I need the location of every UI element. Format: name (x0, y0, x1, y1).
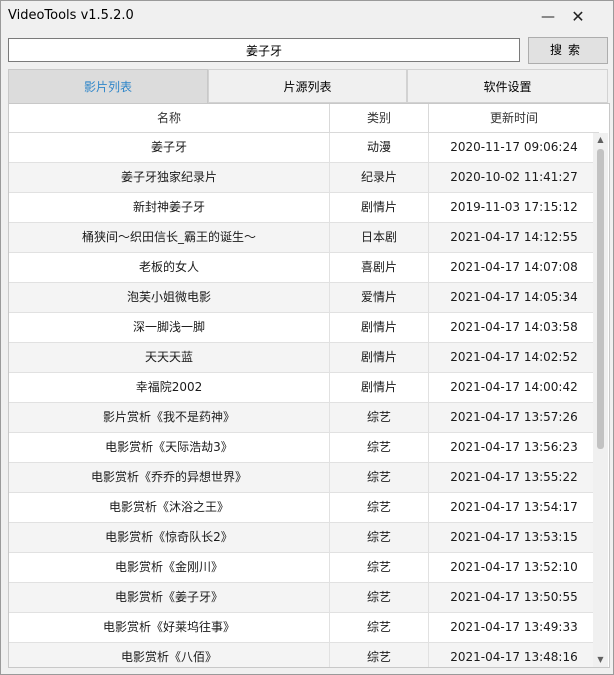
cell-name: 电影赏析《天际浩劫3》 (9, 433, 330, 462)
table-row[interactable]: 深一脚浅一脚 剧情片 2021-04-17 14:03:58 (9, 313, 599, 343)
cell-category: 剧情片 (330, 193, 429, 222)
table-row[interactable]: 桶狭间～织田信长_霸王的诞生～ 日本剧 2021-04-17 14:12:55 (9, 223, 599, 253)
cell-name: 电影赏析《乔乔的异想世界》 (9, 463, 330, 492)
cell-name: 电影赏析《沐浴之王》 (9, 493, 330, 522)
table-row[interactable]: 天天天蓝 剧情片 2021-04-17 14:02:52 (9, 343, 599, 373)
cell-updated: 2021-04-17 14:12:55 (450, 230, 578, 244)
table-row[interactable]: 新封神姜子牙 剧情片 2019-11-03 17:15:12 (9, 193, 599, 223)
table-row[interactable]: 老板的女人 喜剧片 2021-04-17 14:07:08 (9, 253, 599, 283)
scrollbar-thumb[interactable] (597, 149, 604, 449)
table-body: 姜子牙 动漫 2020-11-17 09:06:24 姜子牙独家纪录片 纪录片 2020… (9, 133, 599, 667)
cell-category: 综艺 (330, 433, 429, 462)
cell-updated: 2021-04-17 13:54:17 (450, 500, 578, 514)
cell-category: 剧情片 (330, 343, 429, 372)
cell-category: 日本剧 (330, 223, 429, 252)
table-row[interactable]: 电影赏析《金刚川》 综艺 2021-04-17 13:52:10 (9, 553, 599, 583)
cell-category: 剧情片 (330, 313, 429, 342)
table-row[interactable]: 电影赏析《乔乔的异想世界》 综艺 2021-04-17 13:55:22 (9, 463, 599, 493)
table-row[interactable]: 电影赏析《天际浩劫3》 综艺 2021-04-17 13:56:23 (9, 433, 599, 463)
tab-settings[interactable]: 软件设置 (407, 69, 608, 103)
cell-category: 动漫 (330, 133, 429, 162)
table-row[interactable]: 电影赏析《好莱坞往事》 综艺 2021-04-17 13:49:33 (9, 613, 599, 643)
cell-category: 纪录片 (330, 163, 429, 192)
window-title: VideoTools v1.5.2.0 (8, 8, 134, 23)
cell-name: 电影赏析《八佰》 (9, 643, 330, 667)
column-header-category[interactable]: 类别 (330, 104, 429, 132)
cell-updated: 2021-04-17 13:55:22 (450, 470, 578, 484)
cell-name: 电影赏析《惊奇队长2》 (9, 523, 330, 552)
cell-category: 爱情片 (330, 283, 429, 312)
cell-category: 综艺 (330, 553, 429, 582)
table-row[interactable]: 姜子牙独家纪录片 纪录片 2020-10-02 11:41:27 (9, 163, 599, 193)
cell-name: 姜子牙 (9, 133, 330, 162)
table-row[interactable]: 姜子牙 动漫 2020-11-17 09:06:24 (9, 133, 599, 163)
cell-name: 老板的女人 (9, 253, 330, 282)
close-icon[interactable]: ✕ (567, 7, 589, 27)
scroll-down-icon[interactable]: ▼ (593, 653, 608, 667)
search-button[interactable]: 搜索 (528, 37, 608, 64)
cell-updated: 2021-04-17 13:53:15 (450, 530, 578, 544)
tab-bar: 影片列表 片源列表 软件设置 (8, 69, 608, 104)
cell-updated: 2021-04-17 13:56:23 (450, 440, 578, 454)
cell-name: 电影赏析《好莱坞往事》 (9, 613, 330, 642)
table-row[interactable]: 泡芙小姐微电影 爱情片 2021-04-17 14:05:34 (9, 283, 599, 313)
cell-updated: 2021-04-17 13:50:55 (450, 590, 578, 604)
cell-updated: 2019-11-03 17:15:12 (450, 200, 578, 214)
cell-name: 姜子牙独家纪录片 (9, 163, 330, 192)
cell-updated: 2021-04-17 14:03:58 (450, 320, 578, 334)
cell-updated: 2021-04-17 13:48:16 (450, 650, 578, 664)
table-row[interactable]: 电影赏析《沐浴之王》 综艺 2021-04-17 13:54:17 (9, 493, 599, 523)
table-row[interactable]: 电影赏析《姜子牙》 综艺 2021-04-17 13:50:55 (9, 583, 599, 613)
app-window: VideoTools v1.5.2.0 — ✕ 搜索 影片列表 片源列表 软件设… (0, 0, 614, 675)
cell-category: 综艺 (330, 613, 429, 642)
cell-updated: 2021-04-17 13:57:26 (450, 410, 578, 424)
cell-updated: 2021-04-17 14:02:52 (450, 350, 578, 364)
movie-table: 名称 类别 更新时间 姜子牙 动漫 2020-11-17 09:06:24 姜子牙独… (8, 103, 610, 668)
table-row[interactable]: 影片赏析《我不是药神》 综艺 2021-04-17 13:57:26 (9, 403, 599, 433)
table-row[interactable]: 幸福院2002 剧情片 2021-04-17 14:00:42 (9, 373, 599, 403)
cell-updated: 2020-11-17 09:06:24 (450, 140, 578, 154)
table-row[interactable]: 电影赏析《惊奇队长2》 综艺 2021-04-17 13:53:15 (9, 523, 599, 553)
table-row[interactable]: 电影赏析《八佰》 综艺 2021-04-17 13:48:16 (9, 643, 599, 667)
cell-name: 幸福院2002 (9, 373, 330, 402)
cell-name: 电影赏析《姜子牙》 (9, 583, 330, 612)
cell-category: 综艺 (330, 463, 429, 492)
column-header-updated[interactable]: 更新时间 (429, 104, 599, 132)
cell-name: 泡芙小姐微电影 (9, 283, 330, 312)
cell-updated: 2021-04-17 14:00:42 (450, 380, 578, 394)
tab-movie-list[interactable]: 影片列表 (8, 69, 208, 104)
minimize-icon[interactable]: — (537, 7, 559, 27)
title-bar[interactable]: VideoTools v1.5.2.0 — ✕ (1, 1, 613, 33)
cell-category: 综艺 (330, 523, 429, 552)
cell-name: 电影赏析《金刚川》 (9, 553, 330, 582)
tab-source-list[interactable]: 片源列表 (208, 69, 407, 103)
column-header-name[interactable]: 名称 (9, 104, 330, 132)
cell-category: 综艺 (330, 583, 429, 612)
cell-name: 天天天蓝 (9, 343, 330, 372)
cell-name: 影片赏析《我不是药神》 (9, 403, 330, 432)
vertical-scrollbar[interactable]: ▲ ▼ (593, 133, 608, 667)
cell-updated: 2021-04-17 13:52:10 (450, 560, 578, 574)
scroll-up-icon[interactable]: ▲ (593, 133, 608, 147)
cell-updated: 2020-10-02 11:41:27 (450, 170, 578, 184)
cell-name: 深一脚浅一脚 (9, 313, 330, 342)
cell-category: 剧情片 (330, 373, 429, 402)
cell-category: 综艺 (330, 403, 429, 432)
cell-category: 综艺 (330, 643, 429, 667)
cell-category: 综艺 (330, 493, 429, 522)
table-header: 名称 类别 更新时间 (9, 104, 599, 133)
cell-updated: 2021-04-17 14:05:34 (450, 290, 578, 304)
cell-updated: 2021-04-17 14:07:08 (450, 260, 578, 274)
search-input[interactable] (8, 38, 520, 62)
cell-name: 桶狭间～织田信长_霸王的诞生～ (9, 223, 330, 252)
cell-category: 喜剧片 (330, 253, 429, 282)
cell-updated: 2021-04-17 13:49:33 (450, 620, 578, 634)
cell-name: 新封神姜子牙 (9, 193, 330, 222)
